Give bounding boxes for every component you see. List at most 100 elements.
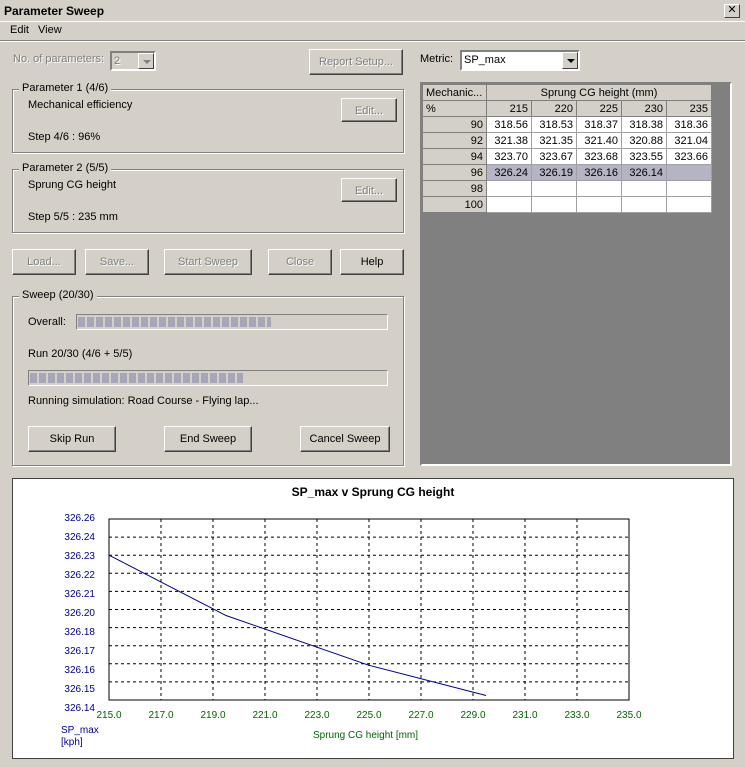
run-progress-fill [30, 373, 243, 383]
title-bar: Parameter Sweep ✕ [0, 0, 745, 22]
grid-cell[interactable]: 326.14 [621, 164, 667, 181]
grid-cell[interactable]: 318.53 [531, 116, 577, 133]
grid-cell[interactable]: 323.70 [486, 148, 532, 165]
grid-cell[interactable]: 323.67 [531, 148, 577, 165]
y-tick-label: 326.26 [64, 513, 95, 524]
close-button[interactable]: Close [268, 249, 332, 275]
report-setup-button[interactable]: Report Setup... [309, 49, 403, 75]
grid-column-header: 225 [576, 100, 622, 117]
menu-separator [0, 40, 745, 42]
grid-cell[interactable]: 326.16 [576, 164, 622, 181]
menu-view[interactable]: View [38, 24, 62, 36]
x-tick-label: 225.0 [356, 710, 382, 721]
grid-cell[interactable]: 321.04 [666, 132, 712, 149]
grid-cell[interactable]: 326.24 [486, 164, 532, 181]
grid-cell[interactable] [576, 180, 622, 197]
skip-run-button[interactable]: Skip Run [28, 426, 116, 452]
sweep-title: Sweep (20/30) [19, 289, 97, 301]
end-sweep-button[interactable]: End Sweep [164, 426, 252, 452]
num-params-select[interactable]: 2 [110, 51, 156, 71]
grid-row-header: 98 [422, 180, 487, 197]
parameter-1-edit-button[interactable]: Edit... [341, 98, 397, 122]
table-row[interactable]: 98 [422, 180, 712, 197]
parameter-2-step: Step 5/5 : 235 mm [28, 211, 118, 223]
metric-value: SP_max [464, 54, 506, 66]
menu-edit[interactable]: Edit [10, 24, 29, 36]
grid-cell[interactable] [621, 180, 667, 197]
table-row[interactable]: 90 318.56 318.53 318.37 318.38 318.36 [422, 116, 712, 133]
x-tick-label: 223.0 [304, 710, 330, 721]
grid-cell[interactable]: 320.88 [621, 132, 667, 149]
y-tick-label: 326.15 [64, 684, 95, 695]
help-button[interactable]: Help [340, 249, 404, 275]
grid-cell[interactable]: 318.56 [486, 116, 532, 133]
y-tick-label: 326.23 [64, 551, 95, 562]
menu-bar: Edit View [0, 22, 745, 40]
grid-cell[interactable]: 318.38 [621, 116, 667, 133]
grid-cell[interactable] [486, 196, 532, 213]
grid-cell[interactable]: 323.68 [576, 148, 622, 165]
grid-cell[interactable] [666, 196, 712, 213]
y-tick-label: 326.18 [64, 627, 95, 638]
save-button[interactable]: Save... [85, 249, 149, 275]
x-tick-label: 221.0 [252, 710, 278, 721]
y-tick-label: 326.24 [64, 532, 95, 543]
grid-cell[interactable]: 321.38 [486, 132, 532, 149]
grid-column-group-header: Sprung CG height (mm) [486, 84, 712, 101]
metric-select[interactable]: SP_max [460, 50, 580, 71]
load-button[interactable]: Load... [12, 249, 76, 275]
parameter-1-step: Step 4/6 : 96% [28, 131, 101, 143]
grid-cell[interactable]: 318.37 [576, 116, 622, 133]
table-row[interactable]: 100 [422, 196, 712, 213]
grid-corner-header: Mechanic... [422, 84, 487, 101]
menu-view-label: View [38, 24, 62, 36]
run-progress-bar [28, 370, 388, 386]
grid-row-header: 100 [422, 196, 487, 213]
table-row[interactable]: 94 323.70 323.67 323.68 323.55 323.66 [422, 148, 712, 165]
x-tick-label: 215.0 [96, 710, 122, 721]
run-label: Run 20/30 (4/6 + 5/5) [28, 348, 133, 360]
y-tick-label: 326.16 [64, 665, 95, 676]
parameter-2-edit-button[interactable]: Edit... [341, 178, 397, 202]
grid-cell[interactable] [666, 164, 712, 181]
y-axis-unit: [kph] [61, 737, 83, 748]
x-tick-label: 227.0 [408, 710, 434, 721]
grid-cell[interactable]: 323.66 [666, 148, 712, 165]
parameter-1-title: Parameter 1 (4/6) [19, 82, 112, 94]
parameter-2-name: Sprung CG height [28, 179, 117, 191]
grid-cell[interactable] [666, 180, 712, 197]
grid-row-header: 90 [422, 116, 487, 133]
grid-cell[interactable] [531, 180, 577, 197]
cancel-sweep-button[interactable]: Cancel Sweep [300, 426, 390, 452]
grid-cell[interactable] [531, 196, 577, 213]
parameter-1-name: Mechanical efficiency [28, 99, 133, 111]
parameter-1-group: Parameter 1 (4/6) Mechanical efficiency … [12, 82, 404, 153]
table-row[interactable]: 92 321.38 321.35 321.40 320.88 321.04 [422, 132, 712, 149]
grid-row-header: 94 [422, 148, 487, 165]
y-axis-label: SP_max [61, 725, 99, 736]
x-tick-label: 229.0 [460, 710, 486, 721]
y-tick-label: 326.20 [64, 608, 95, 619]
results-grid-area: Mechanic... Sprung CG height (mm) % 215 2… [420, 82, 732, 466]
grid-unit-header: % [422, 100, 487, 117]
grid-cell[interactable]: 321.35 [531, 132, 577, 149]
grid-cell[interactable] [621, 196, 667, 213]
grid-cell[interactable]: 326.19 [531, 164, 577, 181]
overall-progress-bar [76, 314, 388, 330]
grid-column-header: 220 [531, 100, 577, 117]
chevron-down-icon [138, 53, 154, 69]
close-window-icon[interactable]: ✕ [724, 4, 740, 18]
grid-cell[interactable] [486, 180, 532, 197]
x-tick-label: 235.0 [616, 710, 642, 721]
grid-cell[interactable]: 318.36 [666, 116, 712, 133]
grid-cell[interactable] [576, 196, 622, 213]
grid-cell[interactable]: 323.55 [621, 148, 667, 165]
overall-label: Overall: [28, 316, 66, 328]
start-sweep-button[interactable]: Start Sweep [164, 249, 252, 275]
grid-cell[interactable]: 321.40 [576, 132, 622, 149]
grid-column-header: 230 [621, 100, 667, 117]
x-axis-label: Sprung CG height [mm] [313, 730, 419, 741]
grid-row-header: 96 [422, 164, 487, 181]
table-row[interactable]: 96 326.24 326.19 326.16 326.14 [422, 164, 712, 181]
x-tick-label: 233.0 [564, 710, 590, 721]
